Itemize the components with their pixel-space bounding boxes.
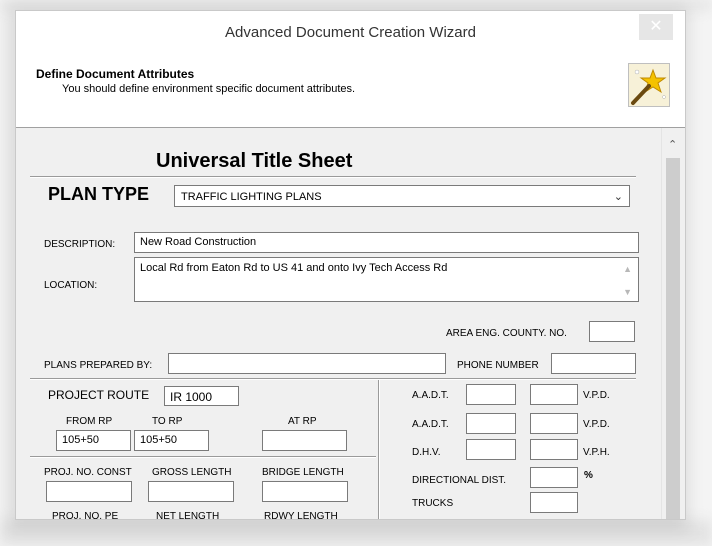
from-rp-input[interactable]: 105+50: [56, 430, 131, 451]
header-subtitle: You should define environment specific d…: [62, 83, 356, 95]
aadt-input-1[interactable]: [466, 384, 516, 405]
scroll-down-icon: ▼: [623, 287, 632, 297]
close-icon: ✕: [649, 18, 663, 35]
divider-vertical: [378, 380, 380, 519]
wizard-icon: [628, 63, 670, 107]
vph-input[interactable]: [530, 439, 578, 460]
plan-type-select[interactable]: TRAFFIC LIGHTING PLANS ⌄: [174, 185, 630, 207]
divider: [30, 456, 376, 458]
window-title: Advanced Document Creation Wizard: [225, 24, 476, 41]
header-panel: Define Document Attributes You should de…: [16, 55, 685, 128]
aadt-input-2[interactable]: [466, 413, 516, 434]
dhv-input[interactable]: [466, 439, 516, 460]
area-eng-label: AREA ENG. COUNTY. NO.: [446, 328, 567, 339]
directional-dist-input[interactable]: [530, 467, 578, 488]
bridge-length-label: BRIDGE LENGTH: [262, 467, 344, 478]
location-value: Local Rd from Eaton Rd to US 41 and onto…: [140, 262, 448, 274]
plan-type-label: PLAN TYPE: [48, 184, 150, 204]
vpd-input-2[interactable]: [530, 413, 578, 434]
rdwy-length-label: RDWY LENGTH: [264, 511, 338, 520]
to-rp-label: TO RP: [152, 416, 183, 427]
plans-prepared-input[interactable]: [168, 353, 446, 374]
vertical-scrollbar[interactable]: ⌃: [661, 128, 685, 519]
vpd-label-1: V.P.D.: [583, 390, 610, 401]
divider: [30, 378, 636, 380]
at-rp-label: AT RP: [288, 416, 317, 427]
area-eng-input[interactable]: [589, 321, 635, 342]
form-content: Universal Title Sheet PLAN TYPE TRAFFIC …: [16, 128, 685, 520]
vph-label: V.P.H.: [583, 447, 610, 458]
aadt-label-1: A.A.D.T.: [412, 390, 449, 401]
project-route-input[interactable]: IR 1000: [164, 386, 239, 406]
location-textarea[interactable]: Local Rd from Eaton Rd to US 41 and onto…: [134, 257, 639, 302]
scroll-up-icon: ▲: [623, 264, 632, 274]
from-rp-label: FROM RP: [66, 416, 113, 427]
divider: [30, 176, 636, 178]
proj-no-const-label: PROJ. NO. CONST: [44, 467, 132, 478]
trucks-label: TRUCKS: [412, 498, 454, 509]
description-label: DESCRIPTION:: [44, 239, 116, 250]
chevron-up-icon[interactable]: ⌃: [668, 138, 677, 151]
dhv-label: D.H.V.: [412, 447, 441, 458]
gross-length-label: GROSS LENGTH: [152, 467, 232, 478]
aadt-label-2: A.A.D.T.: [412, 419, 449, 430]
plans-prepared-label: PLANS PREPARED BY:: [44, 360, 153, 371]
proj-no-const-input[interactable]: [46, 481, 132, 502]
to-rp-input[interactable]: 105+50: [134, 430, 209, 451]
gross-length-input[interactable]: [148, 481, 234, 502]
phone-label: PHONE NUMBER: [457, 360, 539, 371]
project-route-label: PROJECT ROUTE: [48, 388, 150, 402]
at-rp-input[interactable]: [262, 430, 347, 451]
net-length-label: NET LENGTH: [156, 511, 220, 520]
proj-no-pe-label: PROJ. NO. PE: [52, 511, 119, 520]
trucks-input[interactable]: [530, 492, 578, 513]
close-button[interactable]: ✕: [639, 14, 673, 40]
scroll-thumb[interactable]: [666, 158, 680, 519]
phone-input[interactable]: [551, 353, 636, 374]
magic-wand-icon: [631, 68, 667, 105]
bridge-length-input[interactable]: [262, 481, 348, 502]
chevron-down-icon: ⌄: [613, 191, 623, 203]
header-title: Define Document Attributes: [36, 67, 195, 81]
directional-dist-label: DIRECTIONAL DIST.: [412, 475, 507, 486]
vpd-input-1[interactable]: [530, 384, 578, 405]
description-input[interactable]: New Road Construction: [134, 232, 639, 253]
wizard-window: Advanced Document Creation Wizard ✕ Defi…: [15, 10, 686, 520]
percent-label: %: [584, 470, 593, 481]
plan-type-value: TRAFFIC LIGHTING PLANS: [181, 191, 322, 203]
sheet-title: Universal Title Sheet: [156, 150, 353, 172]
title-bar: Advanced Document Creation Wizard ✕: [16, 11, 685, 51]
vpd-label-2: V.P.D.: [583, 419, 610, 430]
location-label: LOCATION:: [44, 280, 98, 291]
